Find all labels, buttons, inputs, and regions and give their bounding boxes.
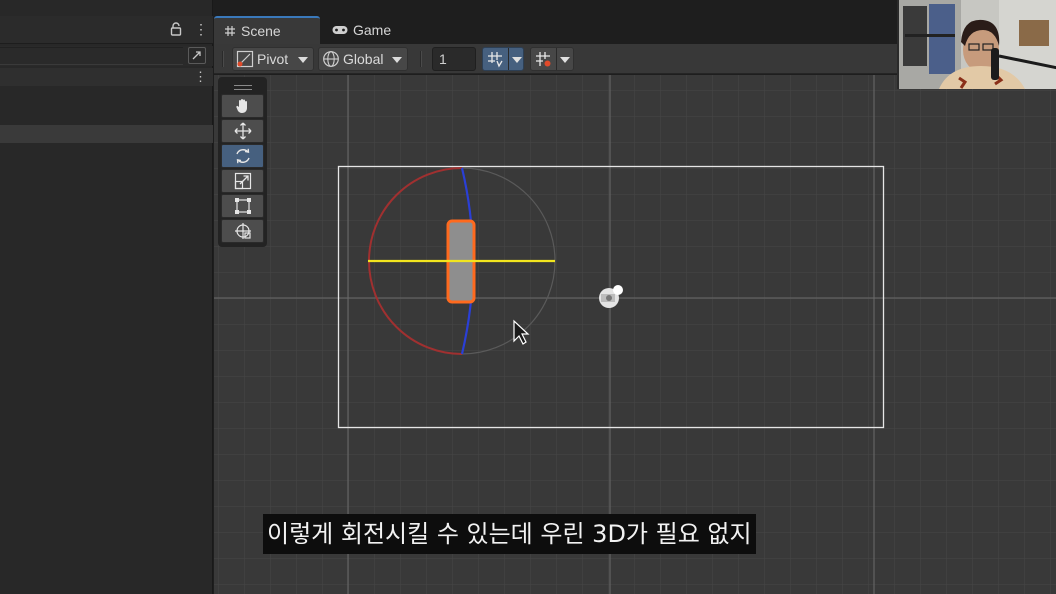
rect-tool-button[interactable] xyxy=(221,194,264,218)
globe-icon xyxy=(322,50,340,68)
hierarchy-selected-row[interactable] xyxy=(0,125,213,143)
rotate-gizmo[interactable] xyxy=(368,167,556,355)
grid-size-field[interactable]: 1 xyxy=(432,47,476,71)
hand-icon xyxy=(234,97,252,115)
transform-tool-button[interactable] xyxy=(221,219,264,243)
move-tool-button[interactable] xyxy=(221,119,264,143)
tab-scene[interactable]: Scene xyxy=(214,16,320,44)
rotate-tool-button[interactable] xyxy=(221,144,264,168)
toolbar-separator xyxy=(222,51,224,67)
hierarchy-search-input[interactable] xyxy=(0,47,183,65)
chevron-down-icon xyxy=(298,57,308,63)
webcam-image xyxy=(899,0,1056,89)
global-dropdown[interactable]: Global xyxy=(318,47,408,71)
rotate-icon xyxy=(234,147,252,165)
tab-scene-label: Scene xyxy=(241,23,281,39)
scale-icon xyxy=(234,172,252,190)
scene-menu-icon[interactable]: ⋮ xyxy=(194,70,207,83)
video-subtitle: 이렇게 회전시킬 수 있는데 우린 3D가 필요 없지 xyxy=(263,514,756,554)
hierarchy-search-row xyxy=(0,46,213,66)
hand-tool-button[interactable] xyxy=(221,94,264,118)
tab-game[interactable]: Game xyxy=(328,16,418,44)
panel-menu-icon[interactable]: ⋮ xyxy=(194,22,208,38)
hierarchy-panel: ⋮ ⋮ xyxy=(0,0,213,594)
grid-increment-snap-toggle[interactable] xyxy=(530,47,574,71)
tools-overlay xyxy=(218,77,267,247)
scale-tool-button[interactable] xyxy=(221,169,264,193)
grid-snap-icon xyxy=(487,51,504,73)
hierarchy-header: ⋮ xyxy=(0,16,213,44)
camera-gizmo-icon[interactable] xyxy=(599,285,623,308)
move-arrows-icon xyxy=(234,122,252,140)
toolbar-separator xyxy=(420,51,422,67)
dropdown-divider xyxy=(556,48,557,70)
scene-visibility-button[interactable] xyxy=(188,47,206,64)
chevron-down-icon[interactable] xyxy=(560,57,570,63)
rect-transform-icon xyxy=(234,197,252,215)
webcam-overlay xyxy=(897,0,1056,89)
grid-snap-toggle[interactable] xyxy=(482,47,524,71)
mouse-cursor-icon xyxy=(513,319,530,345)
hierarchy-scene-row[interactable]: ⋮ xyxy=(0,68,213,86)
global-label: Global xyxy=(343,51,384,67)
transform-icon xyxy=(234,222,252,240)
grid-increment-icon xyxy=(535,51,552,73)
tab-game-label: Game xyxy=(353,22,392,38)
tools-drag-handle[interactable] xyxy=(221,80,264,94)
gamepad-icon xyxy=(332,25,348,35)
hash-grid-icon xyxy=(224,25,236,37)
chevron-down-icon xyxy=(392,57,402,63)
lock-icon[interactable] xyxy=(170,22,182,36)
pivot-label: Pivot xyxy=(257,51,289,67)
pivot-icon xyxy=(236,50,254,68)
chevron-down-icon[interactable] xyxy=(512,57,522,63)
dropdown-divider xyxy=(508,48,509,70)
pivot-dropdown[interactable]: Pivot xyxy=(232,47,314,71)
